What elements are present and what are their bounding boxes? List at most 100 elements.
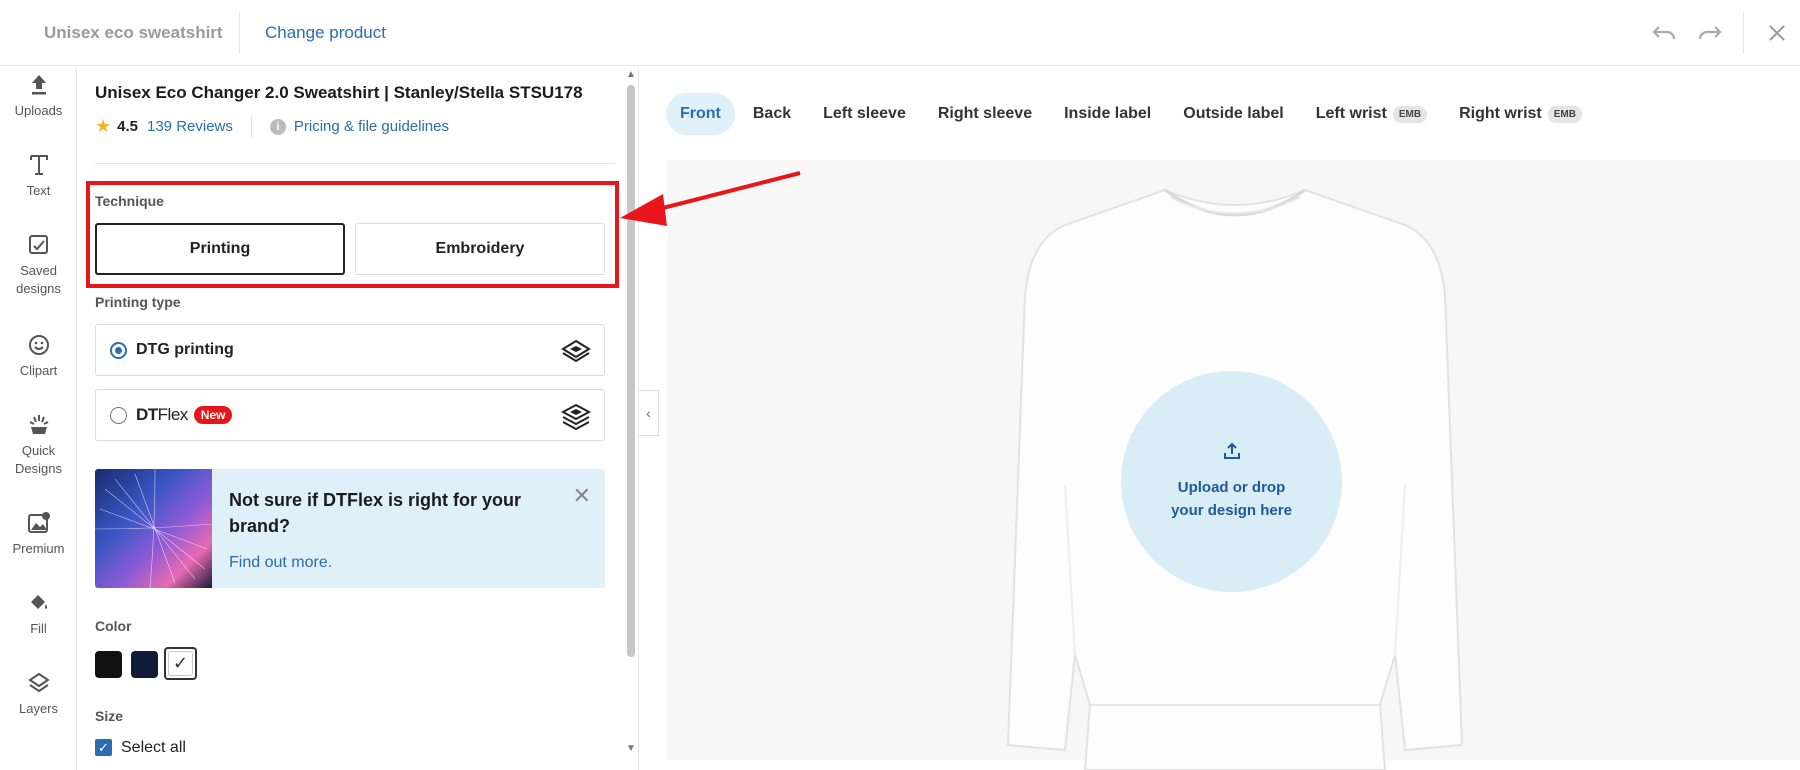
close-icon[interactable]: ✕ <box>573 483 591 509</box>
tab-label: Inside label <box>1064 105 1152 122</box>
star-icon: ★ <box>95 116 112 136</box>
guidelines-link[interactable]: Pricing & file guidelines <box>294 118 449 135</box>
color-label: Color <box>95 618 132 634</box>
new-badge: New <box>193 406 233 424</box>
rating-row: ★ 4.5 139 Reviews i Pricing & file guide… <box>95 116 449 137</box>
rail-uploads[interactable]: Uploads <box>0 72 77 120</box>
dtg-radio[interactable] <box>110 341 127 359</box>
color-swatch-black[interactable] <box>95 651 122 678</box>
tab-label: Front <box>680 105 721 122</box>
redo-icon[interactable] <box>1687 12 1733 54</box>
size-label: Size <box>95 708 124 724</box>
rail-label: Fill <box>30 621 47 636</box>
scroll-down-icon[interactable]: ▼ <box>626 743 636 754</box>
printing-type-label: Printing type <box>95 294 181 310</box>
select-all-label: Select all <box>121 739 186 756</box>
dtg-printing-option[interactable]: DTG printing <box>95 324 605 376</box>
chevron-left-icon: ‹ <box>646 405 651 421</box>
rail-label: Layers <box>18 701 59 716</box>
find-out-more-link[interactable]: Find out more. <box>229 554 332 572</box>
change-product-link[interactable]: Change product <box>265 23 386 43</box>
tab-left-wrist[interactable]: Left wrist EMB <box>1302 93 1441 135</box>
color-swatch-white[interactable]: ✓ <box>164 647 197 680</box>
quick-designs-icon <box>0 412 77 440</box>
info-icon: i <box>269 118 286 135</box>
promo-title: Not sure if DTFlex is right for your bra… <box>229 490 522 536</box>
scroll-up-icon[interactable]: ▲ <box>626 69 636 80</box>
dtg-label: DTG printing <box>136 341 234 358</box>
dtflex-logo-bold: DT <box>136 405 158 424</box>
dtflex-logo: DTFlex <box>136 405 188 425</box>
rail-layers[interactable]: Layers <box>0 670 77 718</box>
undo-icon[interactable] <box>1641 12 1687 54</box>
tab-back[interactable]: Back <box>739 93 805 135</box>
tab-label: Right wrist <box>1459 105 1542 122</box>
tab-label: Left sleeve <box>823 105 906 122</box>
technique-embroidery-button[interactable]: Embroidery <box>355 223 605 275</box>
rail-label: Premium <box>12 541 65 556</box>
tool-rail: Uploads Text Saved designs Clipart Quick… <box>0 67 77 770</box>
dtflex-promo-card: Not sure if DTFlex is right for your bra… <box>95 469 605 588</box>
rail-label: Quick Designs <box>15 443 62 476</box>
reviews-link[interactable]: 139 Reviews <box>147 118 233 135</box>
rail-quick-designs[interactable]: Quick Designs <box>0 412 77 478</box>
close-icon[interactable] <box>1754 12 1800 54</box>
upload-text-line2: your design here <box>1171 502 1292 519</box>
divider <box>95 163 615 164</box>
product-name: Unisex eco sweatshirt <box>0 11 240 54</box>
technique-label: Technique <box>95 193 164 209</box>
smiley-icon <box>0 332 77 360</box>
rail-label: Clipart <box>19 363 58 378</box>
product-panel: Unisex Eco Changer 2.0 Sweatshirt | Stan… <box>78 67 638 757</box>
upload-drop-zone[interactable]: Upload or drop your design here <box>1121 371 1342 592</box>
header-separator <box>1743 12 1744 54</box>
rail-fill[interactable]: Fill <box>0 590 77 638</box>
rail-saved-designs[interactable]: Saved designs <box>0 232 77 298</box>
tab-label: Right sleeve <box>937 105 1033 122</box>
color-swatch-navy[interactable] <box>131 651 158 678</box>
rail-clipart[interactable]: Clipart <box>0 332 77 380</box>
tab-front[interactable]: Front <box>666 93 735 135</box>
dtflex-logo-light: Flex <box>157 405 189 424</box>
paint-bucket-icon <box>0 590 77 618</box>
annotation-arrow <box>620 171 801 226</box>
technique-printing-button[interactable]: Printing <box>95 223 345 275</box>
tab-outside-label[interactable]: Outside label <box>1169 93 1297 135</box>
top-bar: Unisex eco sweatshirt Change product <box>0 0 1800 66</box>
emb-badge: EMB <box>1547 105 1582 123</box>
rail-label: Uploads <box>14 103 63 118</box>
dtflex-layers-icon <box>560 402 592 439</box>
header-actions <box>1641 0 1800 66</box>
upload-icon <box>0 72 77 100</box>
upload-icon <box>1222 441 1242 468</box>
tab-label: Outside label <box>1183 105 1284 122</box>
checkmark-icon: ✓ <box>168 651 193 676</box>
rating-separator <box>250 116 252 137</box>
tab-right-sleeve[interactable]: Right sleeve <box>924 93 1046 135</box>
collapse-panel-button[interactable]: ‹ <box>639 390 659 436</box>
dtg-layers-icon <box>560 337 592 370</box>
tab-label: Back <box>752 105 792 122</box>
tab-inside-label[interactable]: Inside label <box>1050 93 1165 135</box>
rail-label: Saved designs <box>16 263 61 296</box>
dtflex-option[interactable]: DTFlex New <box>95 389 605 441</box>
upload-text-line1: Upload or drop <box>1177 479 1286 496</box>
rail-label: Text <box>26 183 51 198</box>
premium-icon <box>0 510 77 538</box>
saved-designs-icon <box>0 232 77 260</box>
placement-tabs: Front Back Left sleeve Right sleeve Insi… <box>666 93 1600 135</box>
promo-image <box>95 469 213 588</box>
promo-notch <box>219 469 243 481</box>
select-all-checkbox[interactable]: ✓ <box>95 739 112 756</box>
rating-value: 4.5 <box>117 118 138 135</box>
emb-badge: EMB <box>1392 105 1428 123</box>
tab-right-wrist[interactable]: Right wrist EMB <box>1445 93 1596 135</box>
tab-left-sleeve[interactable]: Left sleeve <box>809 93 920 135</box>
rail-text[interactable]: Text <box>0 152 77 200</box>
product-title: Unisex Eco Changer 2.0 Sweatshirt | Stan… <box>95 83 583 102</box>
text-icon <box>0 152 77 180</box>
tab-label: Left wrist <box>1315 105 1387 122</box>
layers-icon <box>0 670 77 698</box>
rail-premium[interactable]: Premium <box>0 510 77 558</box>
dtflex-radio[interactable] <box>110 406 127 424</box>
